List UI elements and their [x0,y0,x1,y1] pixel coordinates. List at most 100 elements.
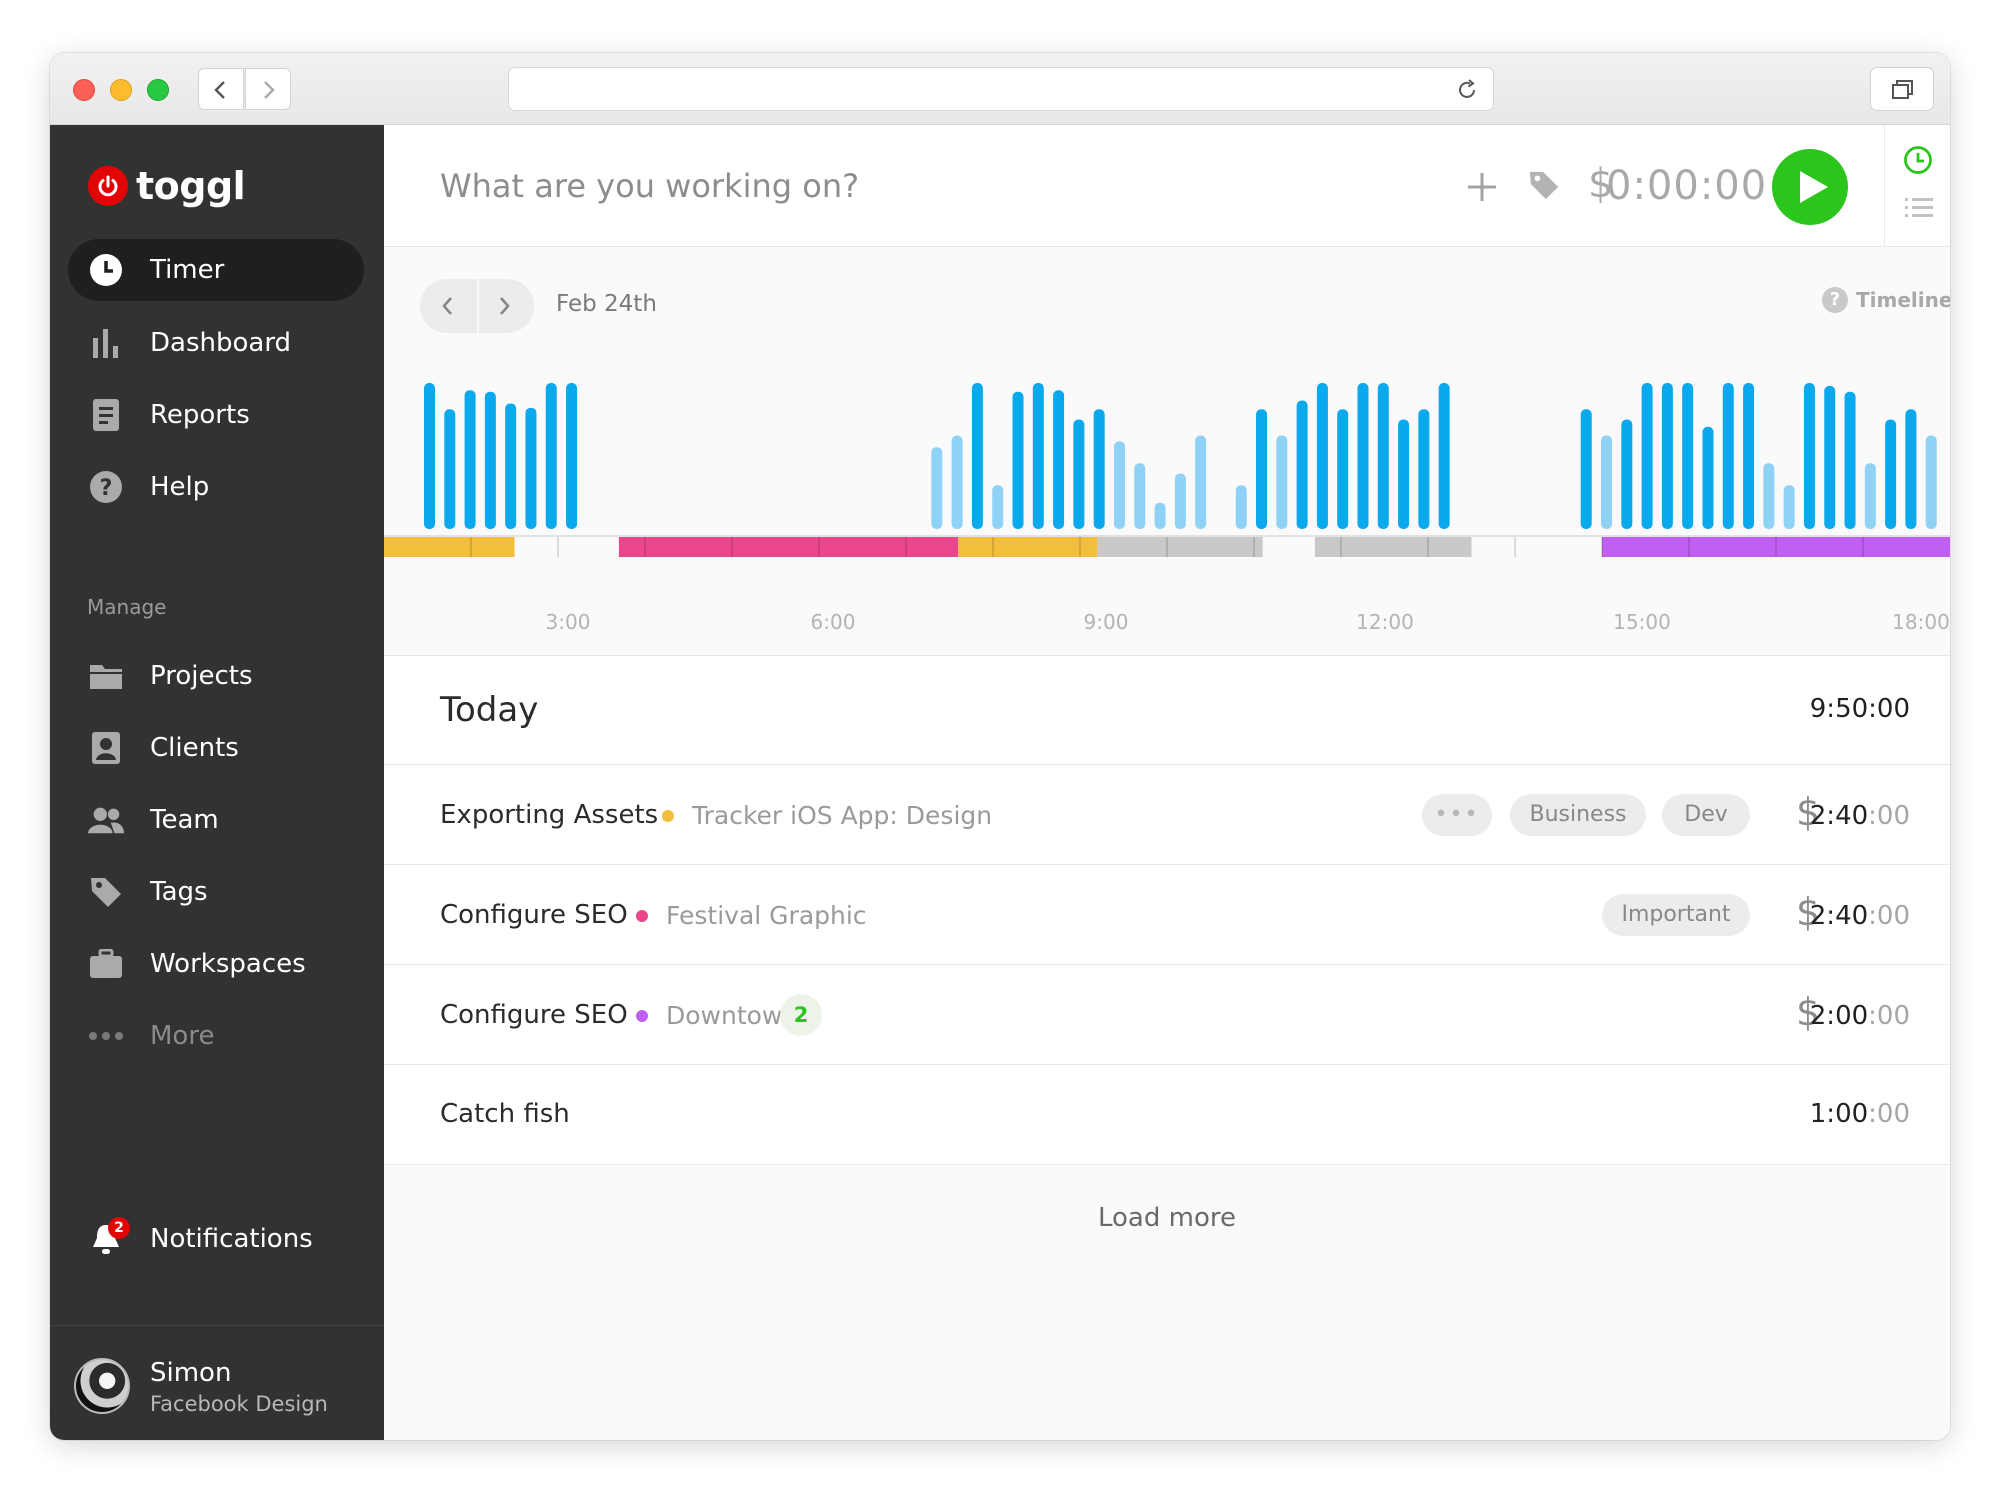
activity-bar [1377,383,1389,529]
duration-hm: 1:00 [1809,1099,1869,1129]
user-profile[interactable]: Simon Facebook Design [50,1325,384,1440]
toggl-logo[interactable]: toggl [88,164,246,208]
project-color-dot [662,810,674,822]
entry-duration[interactable]: 2:00:00 [1810,1001,1910,1031]
activity-bar [951,435,963,529]
entry-duration[interactable]: 2:40:00 [1810,801,1910,831]
minimize-window-button[interactable] [110,79,132,101]
user-name: Simon [150,1358,232,1388]
sidebar-item-reports[interactable]: Reports [68,384,364,446]
zoom-window-button[interactable] [147,79,169,101]
activity-bar [1641,383,1653,529]
tabs-icon [1892,80,1913,99]
browser-back-button[interactable] [198,68,244,110]
group-count-badge[interactable]: 2 [780,994,822,1036]
sidebar-item-clients[interactable]: Clients [68,717,364,779]
entry-description[interactable]: Configure SEO [440,1000,628,1030]
help-icon: ? [1822,287,1848,313]
timeline-mode-dropdown[interactable]: ? Timeline [1822,287,1950,313]
client-card-icon [88,730,124,766]
activity-bar [1174,473,1186,529]
activity-bar [1722,383,1734,529]
sidebar-item-label: Projects [150,661,253,691]
tracked-time-segment[interactable] [1097,537,1263,557]
day-title: Today [440,690,539,730]
sidebar-item-notifications[interactable]: 2 Notifications [68,1208,364,1270]
add-project-icon[interactable] [1466,171,1498,203]
sidebar-item-timer[interactable]: Timer [68,239,364,301]
activity-bar [464,390,476,529]
sidebar-item-dashboard[interactable]: Dashboard [68,312,364,374]
entry-description[interactable]: Exporting Assets [440,800,658,830]
address-bar[interactable] [508,67,1494,111]
entry-project[interactable]: Festival Graphic [666,901,867,930]
sidebar-item-help[interactable]: ? Help [68,456,364,518]
activity-bar [1053,390,1065,529]
activity-bar [1337,409,1349,529]
start-timer-button[interactable] [1772,149,1848,225]
activity-bar [1154,502,1166,529]
entry-duration[interactable]: 2:40:00 [1810,901,1910,931]
activity-bar [1012,391,1024,529]
entry-project[interactable]: Tracker iOS App: Design [692,801,992,830]
project-color-dot [636,910,648,922]
timer-bar: What are you working on? $ 0:00:00 [384,125,1950,247]
duration-seconds: :00 [1868,801,1910,831]
timer-elapsed: 0:00:00 [1606,163,1768,209]
entry-project[interactable]: Downtown [666,1001,798,1030]
tracked-time-segment[interactable] [618,537,959,557]
previous-day-icon[interactable] [440,296,456,316]
sidebar-item-team[interactable]: Team [68,789,364,851]
power-icon [88,166,128,206]
duration-hm: 2:00 [1809,1001,1869,1031]
duration-hm: 2:40 [1809,801,1869,831]
time-entry-row[interactable]: Configure SEO Festival Graphic Important… [384,865,1950,965]
reload-icon[interactable] [1455,78,1479,102]
time-entry-group-row[interactable]: Configure SEO Downtown 2 $ 2:00:00 [384,965,1950,1065]
entry-description[interactable]: Catch fish [440,1099,570,1129]
activity-bar [545,383,557,529]
activity-bar [1398,419,1410,529]
brand-name: toggl [136,164,246,208]
activity-bar [1032,383,1044,529]
tag-pill[interactable]: Dev [1662,794,1750,836]
time-entry-row[interactable]: Exporting Assets Tracker iOS App: Design… [384,765,1950,865]
time-entry-row[interactable]: Catch fish 1:00:00 [384,1065,1950,1165]
tag-icon [88,874,124,910]
tabs-overview-button[interactable] [1870,67,1934,111]
tag-pill[interactable]: Business [1510,794,1646,836]
load-more-button[interactable]: Load more [384,1203,1950,1233]
tag-icon[interactable] [1528,169,1560,201]
next-day-icon[interactable] [496,296,512,316]
activity-bar [1418,409,1430,529]
manual-mode-list-icon[interactable] [1905,197,1933,219]
tracked-time-segment[interactable] [384,537,515,557]
folder-icon [88,658,124,694]
more-tags-pill[interactable]: ••• [1422,794,1492,836]
tracked-time-segment[interactable] [1314,537,1472,557]
chevron-right-icon [264,81,275,99]
svg-text:?: ? [100,476,113,501]
tick-label: 9:00 [1083,610,1129,634]
sidebar-item-label: Clients [150,733,239,763]
sidebar-item-projects[interactable]: Projects [68,645,364,707]
sidebar-item-tags[interactable]: Tags [68,861,364,923]
activity-bar [566,383,578,529]
activity-bar [1783,485,1795,529]
entry-description[interactable]: Configure SEO [440,900,628,930]
activity-bar [1276,435,1288,529]
report-icon [88,397,124,433]
sidebar-item-label: Workspaces [150,949,306,979]
sidebar-item-workspaces[interactable]: Workspaces [68,933,364,995]
timer-description-input[interactable]: What are you working on? [440,167,859,205]
timer-mode-clock-icon[interactable] [1903,145,1933,175]
activity-bar [1601,435,1613,529]
tracked-time-segment[interactable] [958,537,1098,557]
entry-duration[interactable]: 1:00:00 [1810,1099,1910,1129]
sidebar-item-more[interactable]: More [68,1005,364,1067]
close-window-button[interactable] [73,79,95,101]
timer-mode-switch [1884,125,1950,247]
activity-bar [525,407,537,529]
tag-pill[interactable]: Important [1602,894,1750,936]
browser-forward-button[interactable] [245,68,291,110]
